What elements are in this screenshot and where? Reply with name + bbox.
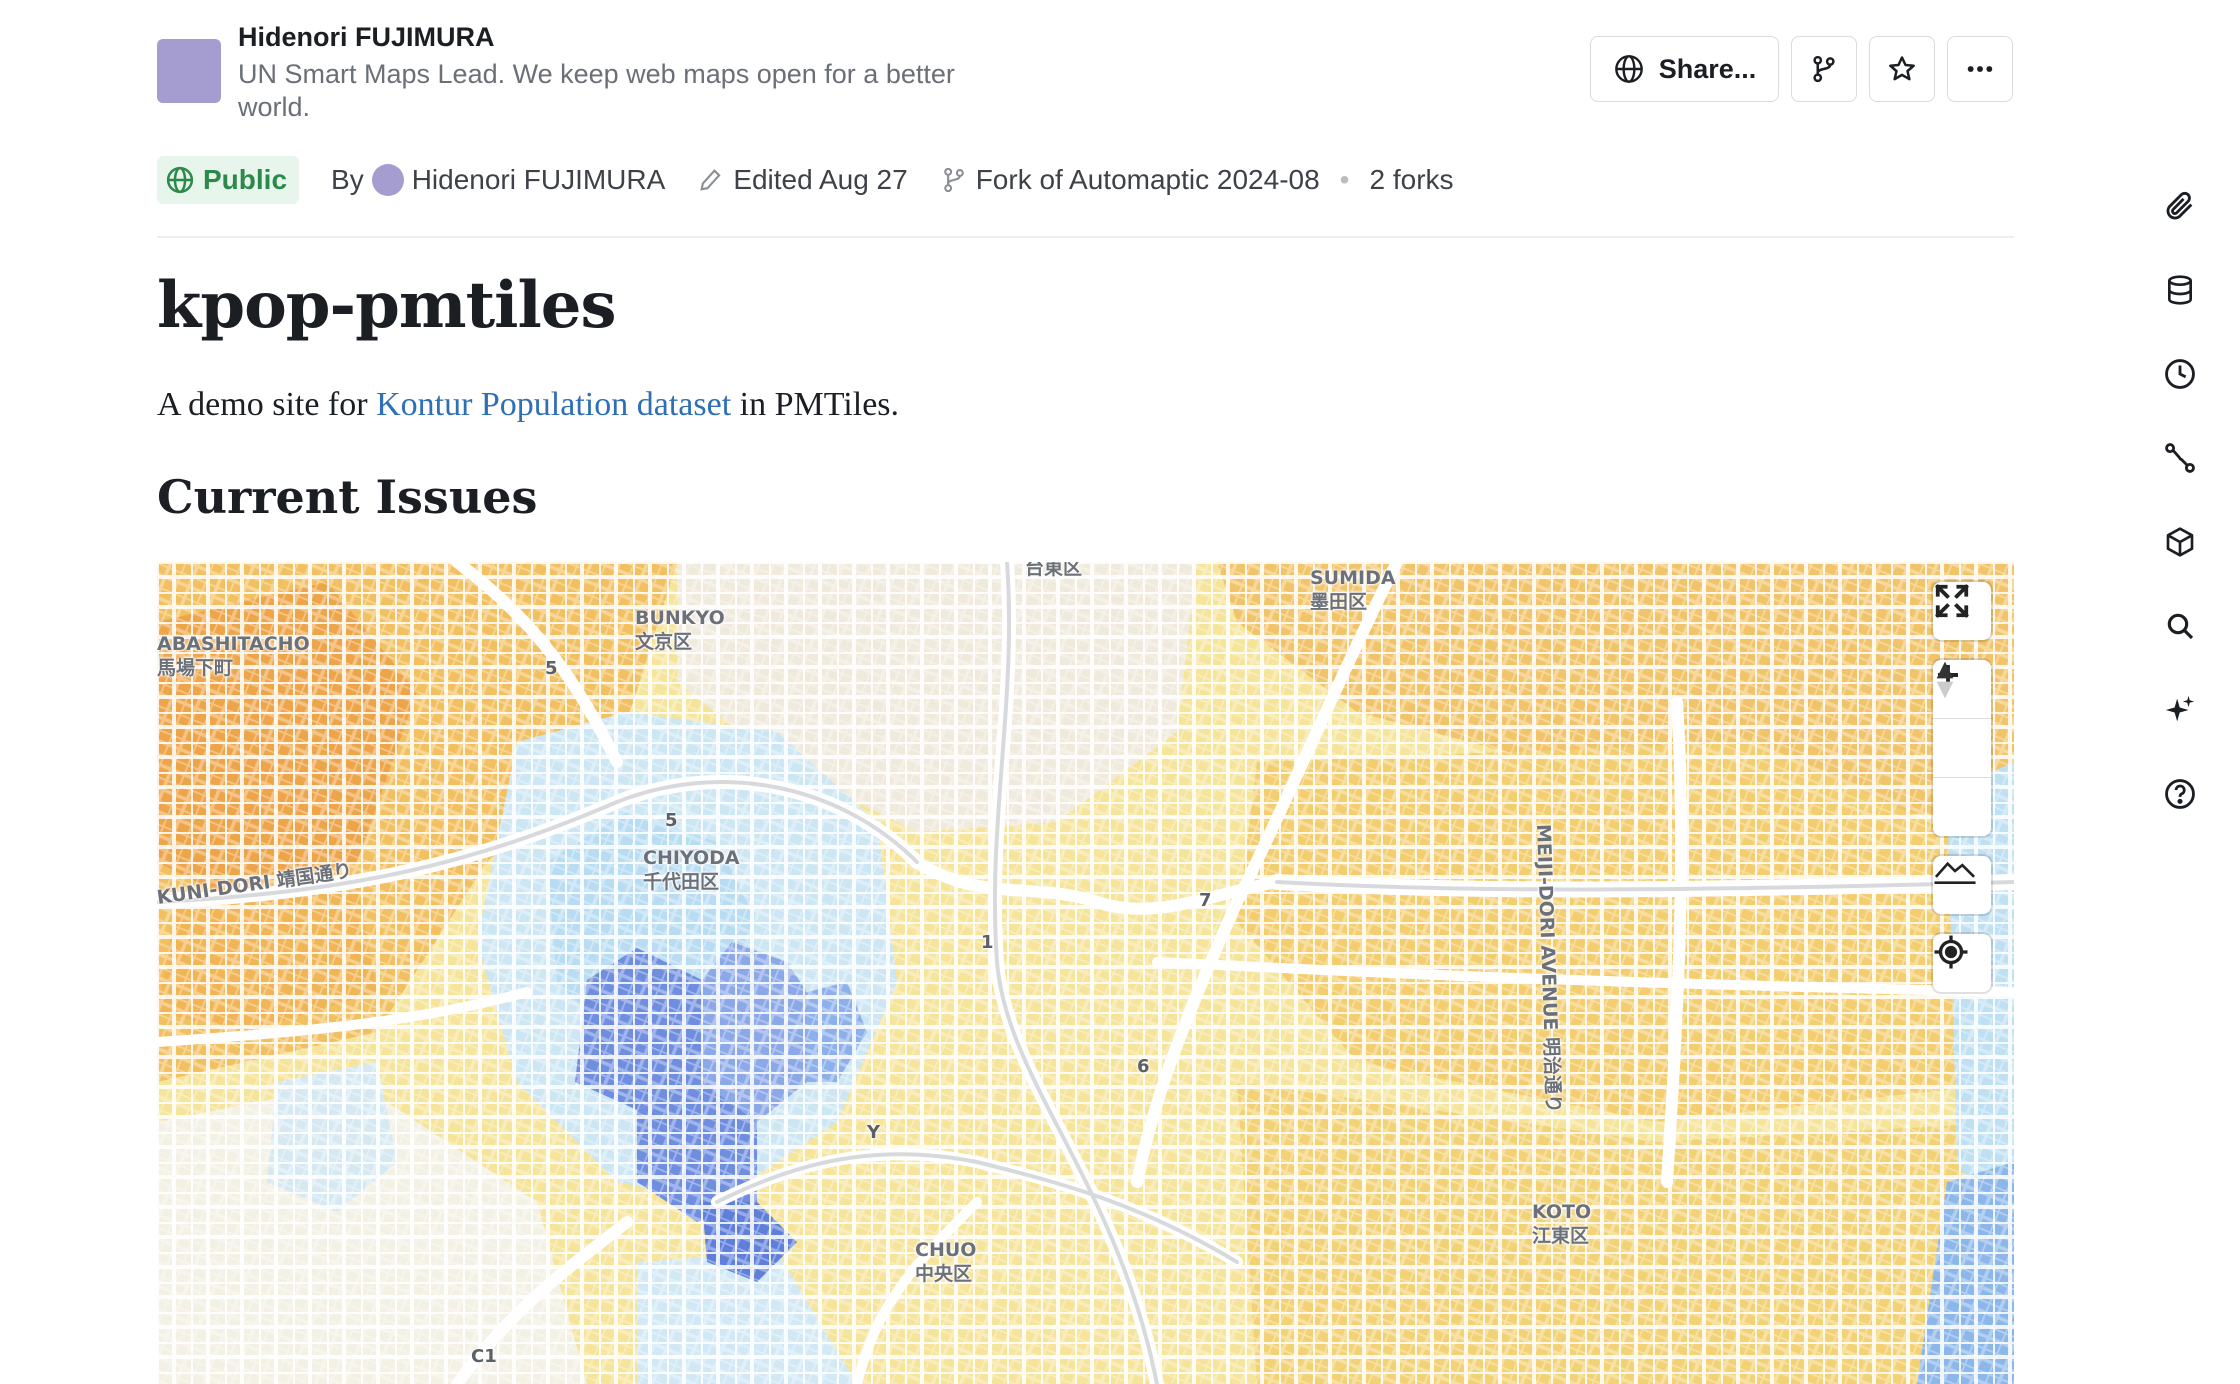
databases-button[interactable] xyxy=(2158,268,2202,312)
compass-button[interactable] xyxy=(1933,661,1991,836)
history-button[interactable] xyxy=(2158,352,2202,396)
kontur-dataset-link[interactable]: Kontur Population dataset xyxy=(376,386,731,423)
terrain-button[interactable] xyxy=(1933,856,1991,914)
page-title: kpop-pmtiles xyxy=(157,268,616,343)
terrain-control xyxy=(1933,856,1991,914)
map-label-chiyoda: CHIYODA 千代田区 xyxy=(643,847,740,893)
globe-icon xyxy=(166,166,194,194)
connections-icon xyxy=(2165,443,2195,473)
share-label: Share... xyxy=(1658,53,1757,84)
geolocate-control xyxy=(1933,934,1991,992)
search-icon xyxy=(2167,613,2194,640)
map-label-bunkyo: BUNKYO 文京区 xyxy=(635,607,725,653)
byline-name[interactable]: Hidenori FUJIMURA xyxy=(412,164,666,196)
notebook-meta: Public By Hidenori FUJIMURA Edited Aug 2… xyxy=(157,156,1454,204)
map-label-sumida: SUMIDA 墨田区 xyxy=(1310,567,1396,613)
header-divider xyxy=(157,236,2014,238)
assistant-button[interactable] xyxy=(2158,688,2202,732)
geolocate-icon xyxy=(1934,935,1968,969)
share-button[interactable]: Share... xyxy=(1590,36,1779,102)
sparkle-icon xyxy=(2165,695,2195,722)
help-button[interactable] xyxy=(2158,772,2202,816)
intro-text-after: in PMTiles. xyxy=(739,386,900,423)
route-number: 7 xyxy=(1199,890,1212,911)
globe-icon xyxy=(1614,55,1643,83)
edited-info: Edited Aug 27 xyxy=(697,164,908,196)
route-number: 5 xyxy=(545,658,558,679)
cube-icon xyxy=(2166,527,2194,557)
history-icon xyxy=(2165,359,2195,389)
byline-avatar[interactable] xyxy=(371,164,404,196)
pen-icon xyxy=(700,169,721,191)
terrain-icon xyxy=(1934,861,1976,885)
map-label-chuo: CHUO 中央区 xyxy=(915,1239,977,1285)
database-icon xyxy=(2168,275,2192,305)
compass-icon xyxy=(1936,661,1954,699)
dependencies-button[interactable] xyxy=(2158,520,2202,564)
star-button[interactable] xyxy=(1869,36,1935,102)
more-button[interactable] xyxy=(1947,36,2013,102)
connections-button[interactable] xyxy=(2158,436,2202,480)
fork-icon xyxy=(943,167,964,193)
map-label-koto: KOTO 江東区 xyxy=(1532,1201,1592,1247)
by-label: By xyxy=(331,164,364,195)
intro-text-before: A demo site for xyxy=(157,386,368,423)
separator-dot: • xyxy=(1339,164,1350,195)
attachments-button[interactable] xyxy=(2158,184,2202,228)
paperclip-icon xyxy=(2166,191,2193,220)
author-name[interactable]: Hidenori FUJIMURA xyxy=(238,22,495,53)
byline: By Hidenori FUJIMURA xyxy=(331,164,665,196)
author-avatar[interactable] xyxy=(157,39,221,103)
population-map[interactable]: 台東区 SUMIDA 墨田区 BUNKYO 文京区 ABASHITACHO 馬場… xyxy=(157,562,2014,1384)
section-heading: Current Issues xyxy=(157,470,538,524)
map-canvas[interactable] xyxy=(157,562,2014,1384)
map-label-taito: 台東区 xyxy=(1025,562,1083,579)
visibility-badge[interactable]: Public xyxy=(157,156,300,204)
visibility-label: Public xyxy=(203,164,288,195)
route-number: 1 xyxy=(981,932,994,953)
more-icon xyxy=(1967,66,1993,72)
fullscreen-icon xyxy=(1935,584,1969,618)
star-icon xyxy=(1889,56,1915,81)
route-number: 6 xyxy=(1137,1056,1150,1077)
fullscreen-button[interactable] xyxy=(1933,582,1991,640)
route-number: 5 xyxy=(665,810,678,831)
geolocate-button[interactable] xyxy=(1933,934,1991,992)
map-label-abashitacho: ABASHITACHO 馬場下町 xyxy=(157,633,310,679)
fork-button[interactable] xyxy=(1791,36,1857,102)
zoom-out-button[interactable] xyxy=(1933,673,1991,777)
edited-label[interactable]: Edited Aug 27 xyxy=(733,164,907,196)
fullscreen-control xyxy=(1933,582,1991,640)
help-icon xyxy=(2165,779,2195,809)
search-button[interactable] xyxy=(2158,604,2202,648)
author-bio: UN Smart Maps Lead. We keep web maps ope… xyxy=(238,59,955,122)
route-number: Y xyxy=(867,1122,881,1143)
navigation-control xyxy=(1933,660,1991,836)
fork-info: Fork of Automaptic 2024-08 • 2 forks xyxy=(940,164,1454,196)
intro-paragraph: A demo site for Kontur Population datase… xyxy=(157,386,899,424)
forks-count-link[interactable]: 2 forks xyxy=(1369,164,1453,196)
fork-icon xyxy=(1813,55,1835,83)
fork-of-link[interactable]: Fork of Automaptic 2024-08 xyxy=(976,164,1320,196)
route-number: C1 xyxy=(471,1346,497,1367)
